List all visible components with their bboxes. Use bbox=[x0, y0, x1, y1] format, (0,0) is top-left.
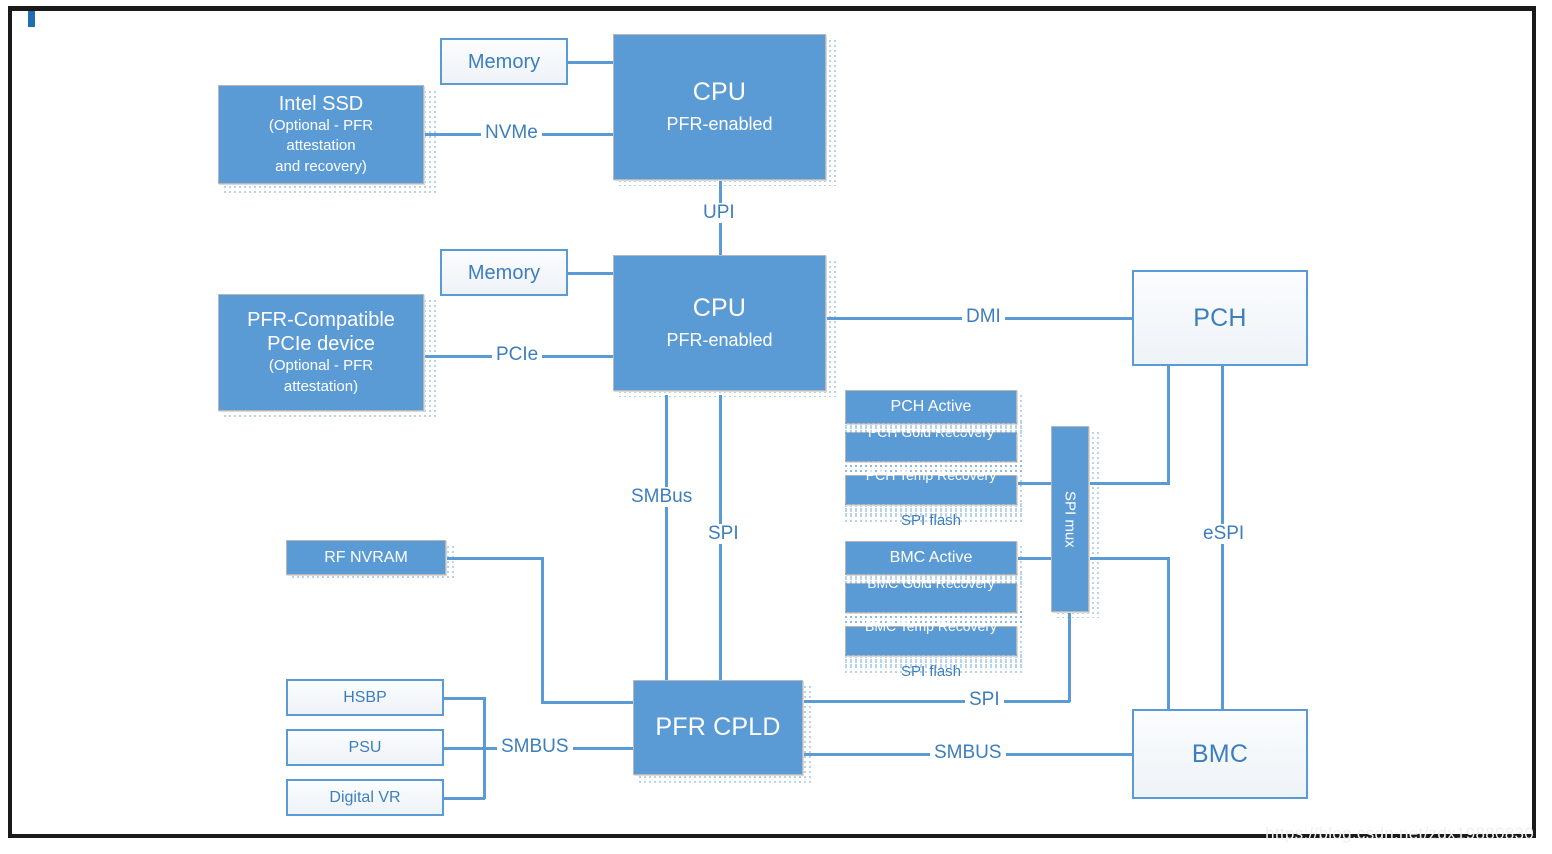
wire-smbus-cpu-vertical bbox=[665, 395, 668, 700]
wire-label-text: PCIe bbox=[496, 344, 539, 365]
node-sublabel-line3: and recovery) bbox=[275, 157, 367, 175]
wire-hsbp-h bbox=[443, 697, 485, 700]
node-pfr-cpld[interactable]: PFR CPLD bbox=[633, 680, 803, 775]
node-label: PFR CPLD bbox=[655, 713, 781, 742]
node-bmc[interactable]: BMC bbox=[1132, 709, 1308, 799]
node-intel-ssd[interactable]: Intel SSD (Optional - PFR attestation an… bbox=[218, 85, 424, 184]
node-sublabel: PFR-enabled bbox=[666, 330, 773, 351]
watermark-text: https://blog.csdn.net/zdx19880830 bbox=[1265, 824, 1534, 843]
wire-rfnvram-v bbox=[541, 557, 544, 704]
node-label: PCH Active bbox=[890, 398, 972, 415]
wire-label-spi-cpu: SPI bbox=[704, 524, 743, 544]
node-label: PCH Temp Recovery bbox=[865, 467, 997, 483]
node-bmc-active[interactable]: BMC Active bbox=[845, 541, 1017, 575]
node-memory-top[interactable]: Memory bbox=[440, 38, 568, 85]
node-pch-gold-recovery[interactable]: PCH Gold Recovery bbox=[845, 424, 1017, 462]
wire-label-nvme: NVMe bbox=[481, 123, 542, 143]
wire-label-dmi: DMI bbox=[962, 307, 1005, 327]
node-sublabel-line2: attestation) bbox=[283, 377, 359, 395]
wire-mux-to-pch-v bbox=[1167, 366, 1170, 485]
node-label: RF NVRAM bbox=[324, 548, 408, 566]
node-sublabel-line2: attestation bbox=[286, 137, 356, 155]
label-bmc-spi-flash: SPI flash bbox=[845, 663, 1017, 680]
node-bmc-gold-recovery[interactable]: BMC Gold Recovery bbox=[845, 575, 1017, 613]
wire-label-upi: UPI bbox=[699, 203, 739, 223]
wire-mux-to-bmc-h bbox=[1090, 557, 1170, 560]
node-label: BMC Active bbox=[889, 549, 973, 566]
wire-dvr-h bbox=[443, 797, 485, 800]
watermark: https://blog.csdn.net/zdx19880830 bbox=[1265, 824, 1534, 844]
wire-label-text: SMBus bbox=[631, 486, 693, 507]
wire-spi-cpld-v bbox=[1068, 612, 1071, 702]
node-label: PSU bbox=[348, 738, 382, 756]
node-memory-mid[interactable]: Memory bbox=[440, 249, 568, 296]
node-cpu-top[interactable]: CPU PFR-enabled bbox=[613, 34, 826, 180]
wire-label-smbus-cpu: SMBus bbox=[627, 486, 697, 507]
node-label: PCH bbox=[1193, 303, 1247, 332]
wire-label-espi: eSPI bbox=[1199, 523, 1249, 544]
node-label-line1: PFR-Compatible bbox=[247, 309, 395, 332]
node-sublabel-line1: (Optional - PFR bbox=[268, 117, 374, 135]
node-label: SPI mux bbox=[1061, 490, 1079, 548]
wire-memory-mid-to-cpu bbox=[567, 272, 613, 275]
diagram-canvas: Memory Intel SSD (Optional - PFR attesta… bbox=[0, 0, 1552, 854]
wire-rfnvram-to-cpld bbox=[541, 701, 636, 704]
wire-rfnvram-h bbox=[447, 557, 544, 560]
node-label: Memory bbox=[467, 50, 541, 73]
node-label: Memory bbox=[467, 261, 541, 284]
wire-mux-to-pch-h bbox=[1090, 482, 1170, 485]
wire-label-text: SMBUS bbox=[934, 742, 1002, 763]
node-spi-mux[interactable]: SPI mux bbox=[1051, 426, 1089, 612]
flash-label-text: SPI flash bbox=[900, 512, 962, 529]
bmc-active-shadow bbox=[845, 573, 1023, 585]
node-cpu-mid[interactable]: CPU PFR-enabled bbox=[613, 255, 826, 391]
corner-marker bbox=[28, 11, 35, 27]
node-label: BMC Temp Recovery bbox=[864, 618, 997, 634]
node-sublabel: PFR-enabled bbox=[666, 114, 773, 135]
node-pch-temp-recovery[interactable]: PCH Temp Recovery bbox=[845, 467, 1017, 505]
wire-label-text: UPI bbox=[703, 202, 735, 223]
node-label-line2: PCIe device bbox=[267, 333, 375, 356]
node-digital-vr[interactable]: Digital VR bbox=[286, 779, 444, 816]
wire-label-text: NVMe bbox=[485, 122, 538, 143]
wire-psu-h bbox=[443, 747, 485, 750]
wire-spi-cpld-h bbox=[802, 700, 1070, 703]
wire-label-text: SMBUS bbox=[501, 736, 569, 757]
node-rf-nvram[interactable]: RF NVRAM bbox=[286, 540, 446, 575]
node-psu[interactable]: PSU bbox=[286, 729, 444, 766]
node-hsbp[interactable]: HSBP bbox=[286, 679, 444, 716]
node-label: HSBP bbox=[343, 688, 387, 706]
node-label: Intel SSD bbox=[278, 93, 364, 116]
wire-label-smbus-bmc: SMBUS bbox=[930, 743, 1006, 763]
label-pch-spi-flash: SPI flash bbox=[845, 512, 1017, 529]
wire-label-text: SPI bbox=[708, 523, 739, 544]
node-label: CPU bbox=[692, 294, 747, 323]
wire-label-text: eSPI bbox=[1203, 523, 1245, 544]
flash-label-text: SPI flash bbox=[900, 663, 962, 680]
wire-label-text: SPI bbox=[969, 689, 1000, 710]
node-pch-active[interactable]: PCH Active bbox=[845, 390, 1017, 424]
wire-label-spi-mux-cpld: SPI bbox=[965, 690, 1004, 710]
node-label: BMC bbox=[1191, 739, 1249, 768]
wire-label-text: DMI bbox=[966, 306, 1001, 327]
wire-memory-top-to-cpu bbox=[567, 61, 613, 64]
pch-active-shadow bbox=[845, 422, 1023, 434]
wire-mux-to-bmc-v bbox=[1167, 557, 1170, 709]
node-sublabel-line1: (Optional - PFR bbox=[268, 357, 374, 375]
node-label: Digital VR bbox=[329, 788, 401, 806]
node-bmc-temp-recovery[interactable]: BMC Temp Recovery bbox=[845, 618, 1017, 656]
wire-label-smbus-devices: SMBUS bbox=[497, 737, 573, 757]
wire-label-pcie: PCIe bbox=[492, 344, 543, 365]
node-pcie-device[interactable]: PFR-Compatible PCIe device (Optional - P… bbox=[218, 294, 424, 411]
node-label: CPU bbox=[692, 78, 747, 107]
node-pch[interactable]: PCH bbox=[1132, 270, 1308, 366]
